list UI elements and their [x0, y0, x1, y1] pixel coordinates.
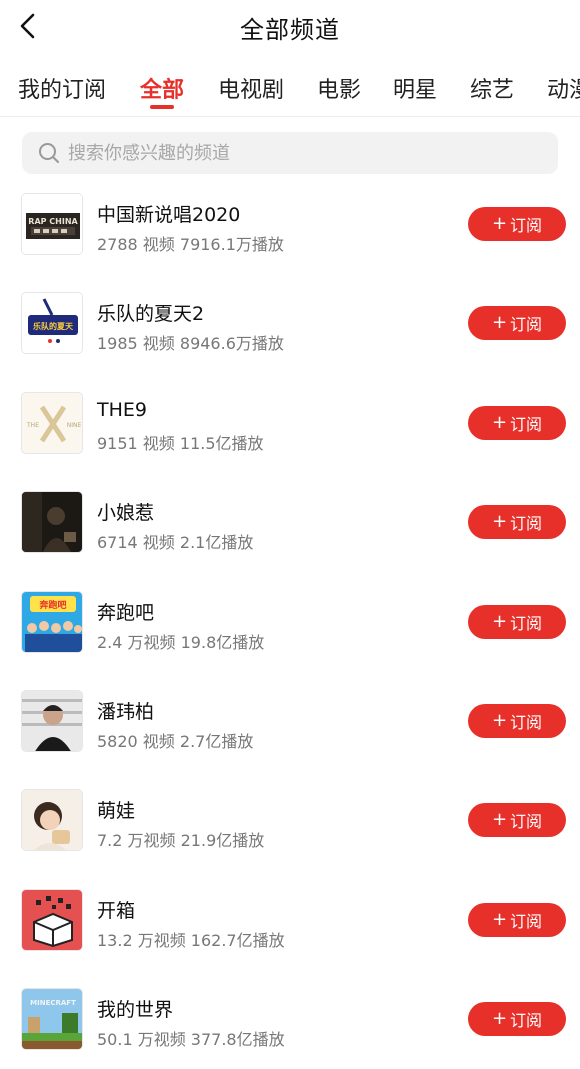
channel-name: 萌娃 [97, 800, 136, 823]
channel-name: 中国新说唱2020 [97, 204, 241, 226]
channel-name: 开箱 [97, 899, 136, 922]
channel-thumbnail[interactable] [21, 789, 83, 852]
subscribe-label: 订阅 [510, 1011, 543, 1031]
channel-row[interactable]: 乐队的夏天 乐队的夏天2 1985 视频 8946.6万播放 + 订阅 [0, 273, 580, 372]
header: 全部频道 [0, 0, 580, 52]
channel-name: 潘玮柏 [97, 700, 155, 723]
thumb-logo-text: MINECRAFT [30, 999, 76, 1007]
channel-stats: 2788 视频 7916.1万播放 [97, 235, 284, 254]
channel-row[interactable]: MINECRAFT 我的世界 50.1 万视频 377.8亿播放 + 订阅 [0, 969, 580, 1068]
plus-icon: + [491, 709, 508, 731]
subscribe-button[interactable]: + 订阅 [468, 1002, 566, 1037]
subscribe-label: 订阅 [510, 216, 543, 235]
subscribe-button[interactable]: + 订阅 [468, 604, 566, 639]
plus-icon: + [491, 213, 508, 234]
thumb-logo-text: 乐队的夏天 [33, 321, 74, 331]
channel-thumbnail[interactable]: THE NINE [21, 391, 83, 454]
channel-thumbnail[interactable]: MINECRAFT [21, 988, 83, 1051]
thumb-logo-text: 奔跑吧 [38, 599, 66, 611]
search-icon [38, 142, 60, 164]
plus-icon: + [491, 809, 508, 831]
subscribe-label: 订阅 [510, 315, 543, 335]
active-tab-indicator [150, 105, 174, 109]
subscribe-button[interactable]: + 订阅 [468, 902, 566, 937]
plus-icon: + [491, 908, 508, 930]
subscribe-label: 订阅 [510, 911, 543, 931]
channel-stats: 9151 视频 11.5亿播放 [97, 433, 264, 453]
subscribe-button[interactable]: + 订阅 [468, 306, 566, 341]
channel-name: 小娘惹 [97, 502, 155, 525]
channel-thumbnail[interactable] [21, 888, 83, 951]
channel-stats: 1985 视频 8946.6万播放 [97, 334, 284, 354]
channel-row[interactable]: 萌娃 7.2 万视频 21.9亿播放 + 订阅 [0, 770, 580, 869]
channel-thumbnail[interactable] [21, 689, 83, 752]
subscribe-label: 订阅 [510, 812, 543, 832]
channel-row[interactable]: 小娘惹 6714 视频 2.1亿播放 + 订阅 [0, 472, 580, 571]
channel-stats: 6714 视频 2.1亿播放 [97, 533, 254, 553]
thumb-logo-text: THE [26, 422, 39, 429]
tab-movies[interactable]: 电影 [317, 72, 361, 104]
plus-icon: + [491, 511, 508, 533]
tab-my-subscriptions[interactable]: 我的订阅 [18, 72, 106, 104]
search-input[interactable] [68, 142, 528, 164]
search-bar[interactable] [22, 132, 558, 174]
channel-thumbnail[interactable]: RAP CHINA [21, 193, 83, 255]
subscribe-button[interactable]: + 订阅 [468, 803, 566, 838]
channel-row[interactable]: 开箱 13.2 万视频 162.7亿播放 + 订阅 [0, 870, 580, 969]
channel-name: 乐队的夏天2 [97, 303, 205, 326]
subscribe-button[interactable]: + 订阅 [468, 207, 566, 241]
channel-name: THE9 [97, 398, 147, 421]
channel-name: 奔跑吧 [97, 601, 155, 624]
channel-stats: 2.4 万视频 19.8亿播放 [97, 632, 265, 652]
thumb-logo-text: NINE [67, 422, 82, 429]
channel-tabs: 我的订阅 全部 电视剧 电影 明星 综艺 动漫 [0, 58, 580, 116]
channel-row[interactable]: 奔跑吧 奔跑吧 2.4 万视频 19.8亿播放 + 订阅 [0, 572, 580, 671]
subscribe-button[interactable]: + 订阅 [468, 505, 566, 540]
page-title: 全部频道 [240, 16, 340, 44]
tab-anime[interactable]: 动漫 [547, 72, 580, 104]
channel-thumbnail[interactable]: 乐队的夏天 [21, 292, 83, 355]
channel-name: 我的世界 [97, 999, 174, 1022]
tab-tv-series[interactable]: 电视剧 [218, 72, 284, 104]
channel-thumbnail[interactable] [21, 491, 83, 554]
channel-list: RAP CHINA 中国新说唱2020 2788 视频 7916.1万播放 + 订… [0, 174, 580, 1069]
subscribe-label: 订阅 [510, 514, 543, 534]
tab-celebrities[interactable]: 明星 [393, 72, 437, 104]
channel-row[interactable]: THE NINE THE9 9151 视频 11.5亿播放 + 订阅 [0, 373, 580, 472]
plus-icon: + [491, 312, 508, 334]
plus-icon: + [491, 610, 508, 632]
channel-stats: 7.2 万视频 21.9亿播放 [97, 831, 265, 851]
tab-all[interactable]: 全部 [140, 72, 184, 104]
channel-row[interactable]: 潘玮柏 5820 视频 2.7亿播放 + 订阅 [0, 671, 580, 770]
tabs-divider [0, 116, 580, 117]
subscribe-button[interactable]: + 订阅 [468, 405, 566, 440]
subscribe-label: 订阅 [510, 712, 543, 732]
subscribe-label: 订阅 [510, 613, 543, 633]
subscribe-button[interactable]: + 订阅 [468, 703, 566, 738]
thumb-logo-text: RAP CHINA [28, 217, 78, 226]
channel-stats: 5820 视频 2.7亿播放 [97, 731, 254, 751]
channel-row[interactable]: RAP CHINA 中国新说唱2020 2788 视频 7916.1万播放 + 订… [0, 174, 580, 273]
plus-icon: + [491, 411, 508, 433]
channel-thumbnail[interactable]: 奔跑吧 [21, 590, 83, 653]
subscribe-label: 订阅 [510, 414, 543, 434]
tab-variety[interactable]: 综艺 [470, 72, 514, 104]
channel-stats: 13.2 万视频 162.7亿播放 [97, 930, 285, 950]
channel-stats: 50.1 万视频 377.8亿播放 [97, 1030, 285, 1050]
plus-icon: + [491, 1008, 508, 1030]
